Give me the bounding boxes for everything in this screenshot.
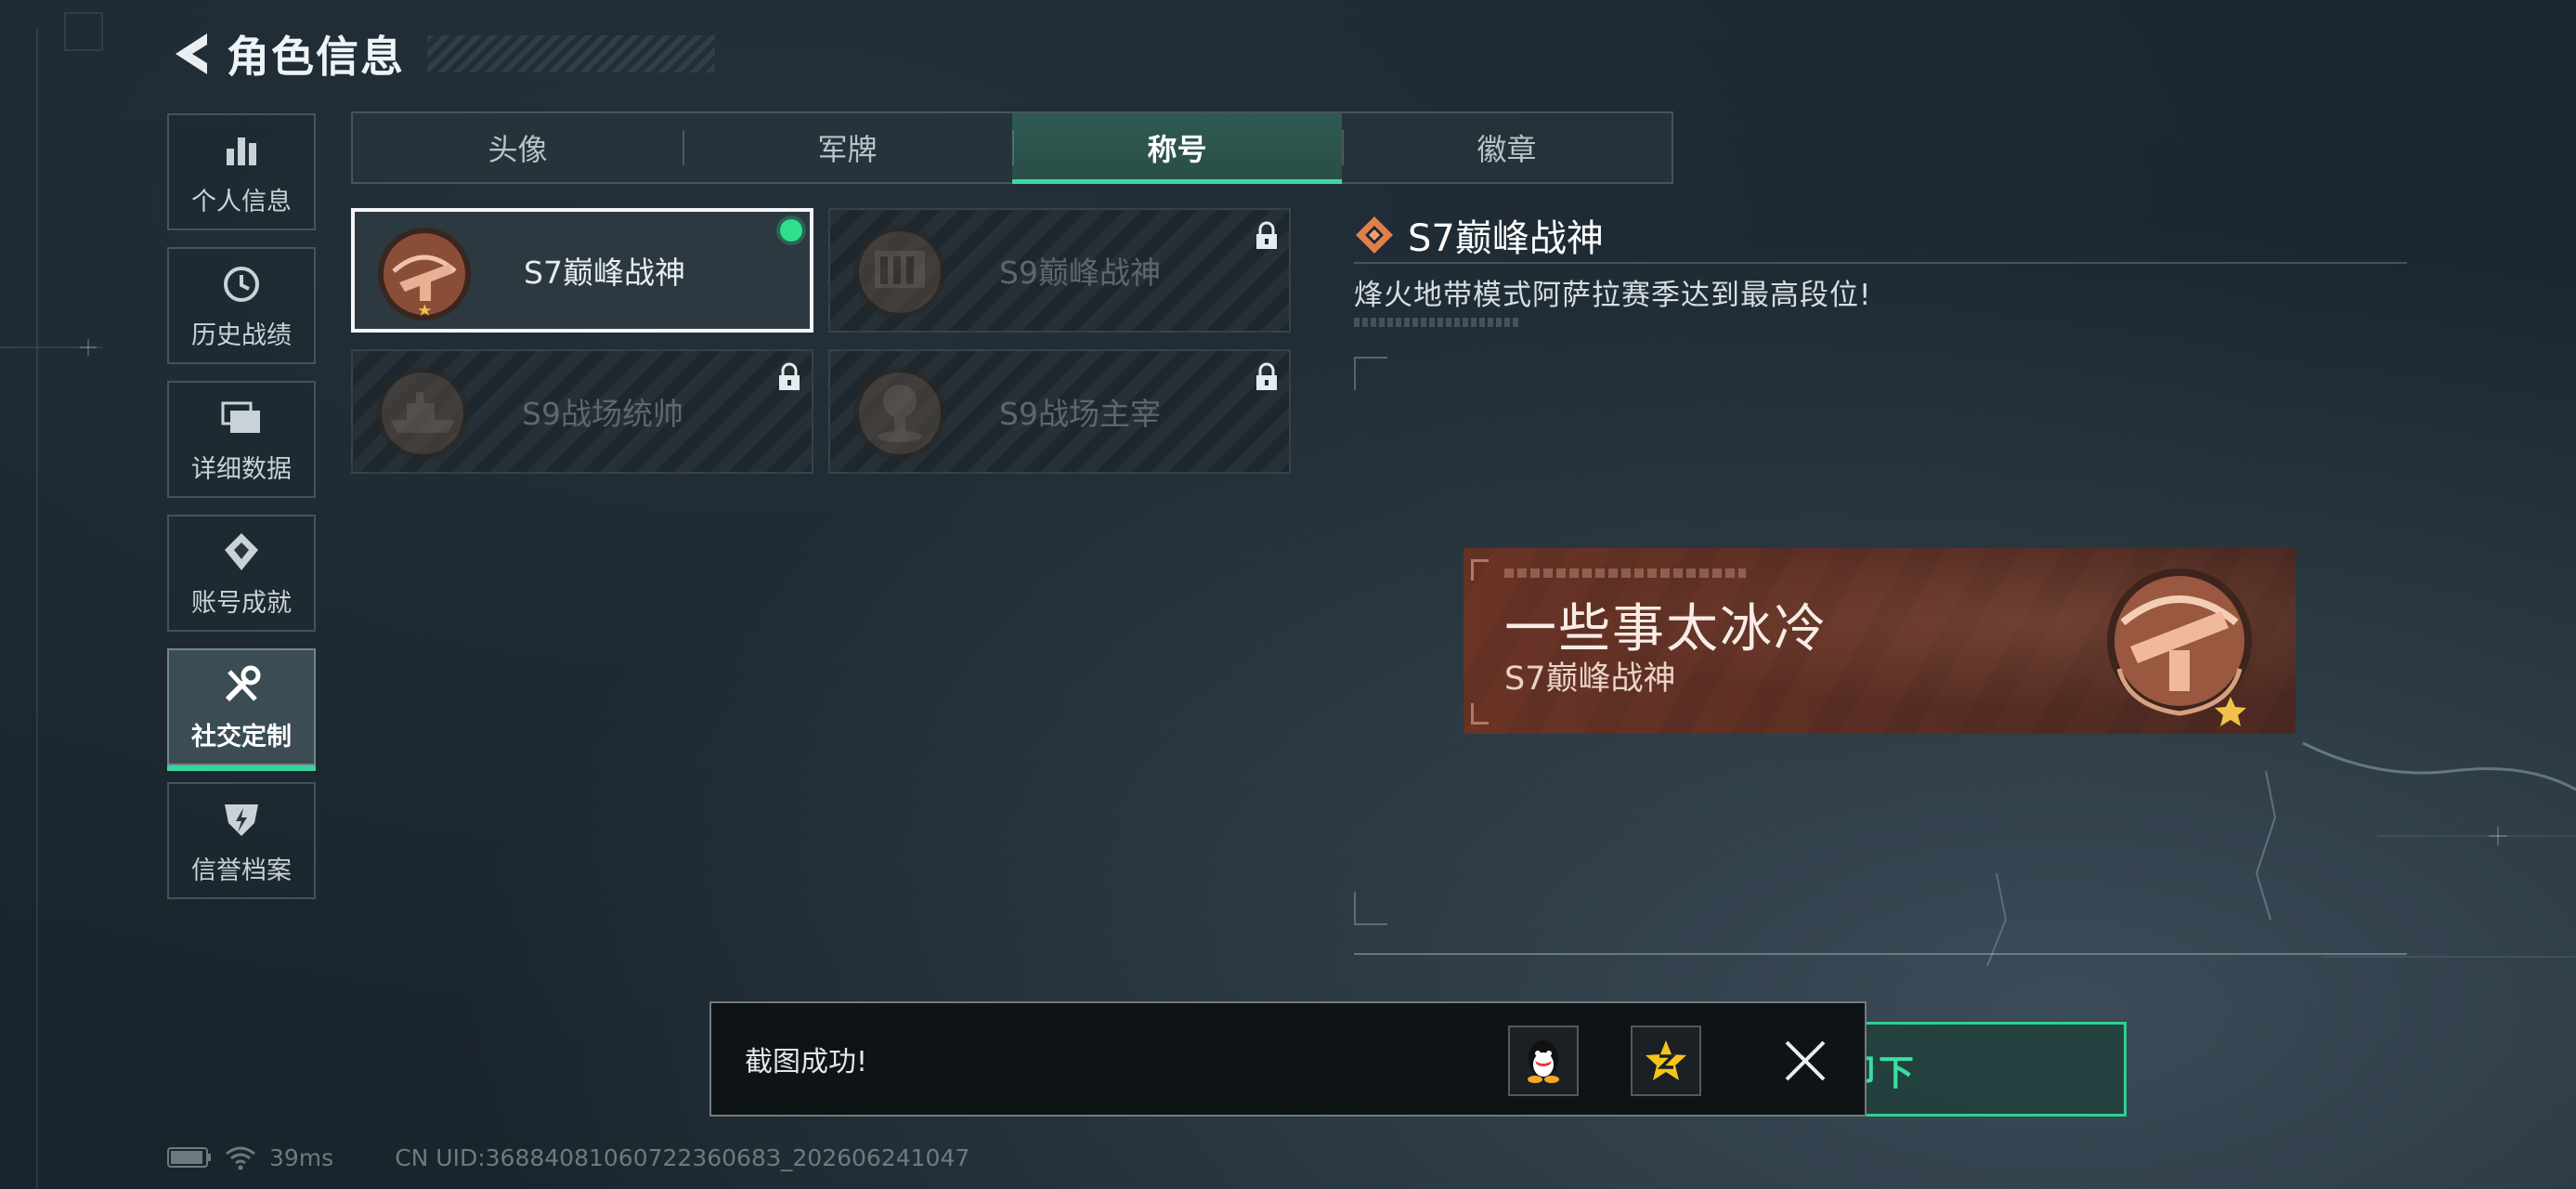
preview-frame-corner bbox=[1354, 357, 1387, 390]
sidebar-item-label: 历史战绩 bbox=[191, 320, 292, 350]
preview-title: S7巅峰战神 bbox=[1504, 660, 1676, 698]
sidebar-item-match-history[interactable]: 历史战绩 bbox=[167, 247, 316, 364]
sidebar-nav: 个人信息 历史战绩 详细数据 账号成就 社交定制 信誉档案 bbox=[167, 113, 318, 916]
title-name: S7巅峰战神 bbox=[524, 255, 685, 291]
screenshot-toast: 截图成功! bbox=[709, 1001, 1867, 1117]
sidebar-item-achievements[interactable]: 账号成就 bbox=[167, 515, 316, 632]
back-arrow-icon bbox=[176, 33, 207, 74]
tools-wrench-icon bbox=[218, 662, 265, 709]
wifi-icon bbox=[226, 1146, 255, 1170]
user-uid: CN UID:3688408106072236068З_202606241047 bbox=[395, 1143, 970, 1171]
battery-icon bbox=[167, 1147, 211, 1168]
warship-medal-icon bbox=[376, 367, 469, 460]
qzone-star-icon bbox=[1646, 1040, 1686, 1080]
qq-penguin-icon bbox=[1528, 1040, 1559, 1083]
tab-title[interactable]: 称号 bbox=[1012, 113, 1342, 184]
explosion-medal-icon bbox=[853, 367, 946, 460]
diamond-rank-icon bbox=[1356, 216, 1393, 254]
page-title: 角色信息 bbox=[227, 32, 405, 82]
lock-icon bbox=[1256, 362, 1277, 390]
achievement-badge-icon bbox=[218, 529, 265, 575]
sidebar-item-label: 信誉档案 bbox=[191, 856, 292, 885]
clock-history-icon bbox=[218, 261, 265, 307]
title-card-s9-commander[interactable]: S9战场统帅 bbox=[351, 349, 813, 474]
tab-badge[interactable]: 徽章 bbox=[1342, 113, 1672, 182]
preview-corner bbox=[1471, 559, 1489, 581]
tab-bar: 头像 军牌 称号 徽章 bbox=[351, 111, 1673, 184]
detail-bottom-divider bbox=[1354, 953, 2407, 955]
sidebar-item-social-custom[interactable]: 社交定制 bbox=[167, 648, 316, 771]
fortress-medal-icon bbox=[853, 226, 946, 319]
back-button[interactable] bbox=[167, 26, 215, 82]
detail-title: S7巅峰战神 bbox=[1408, 217, 1604, 260]
bar-chart-icon bbox=[218, 127, 265, 174]
page-header: 角色信息 bbox=[167, 24, 715, 84]
title-preview-banner: 一些事太冰冷 S7巅峰战神 bbox=[1464, 548, 2296, 734]
preview-nickname: 一些事太冰冷 bbox=[1504, 599, 1828, 660]
title-decoration bbox=[427, 35, 715, 72]
sidebar-item-label: 详细数据 bbox=[191, 454, 292, 484]
tab-dog-tag[interactable]: 军牌 bbox=[683, 113, 1012, 182]
crossbow-medal-icon bbox=[378, 228, 471, 320]
share-qzone-button[interactable] bbox=[1631, 1026, 1701, 1096]
close-icon[interactable] bbox=[1779, 1035, 1831, 1087]
sidebar-item-label: 社交定制 bbox=[191, 722, 292, 751]
sidebar-item-personal-info[interactable]: 个人信息 bbox=[167, 113, 316, 230]
preview-frame-corner bbox=[1354, 892, 1387, 925]
preview-fine-print bbox=[1504, 568, 1746, 578]
lock-icon bbox=[1256, 221, 1277, 249]
share-qq-button[interactable] bbox=[1508, 1026, 1579, 1096]
ping-value: 39ms bbox=[269, 1143, 334, 1171]
detail-header: S7巅峰战神 bbox=[1354, 208, 1604, 262]
detail-subtext-decoration bbox=[1354, 318, 1521, 327]
stacked-folders-icon bbox=[218, 395, 265, 441]
detail-description: 烽火地带模式阿萨拉赛季达到最高段位! bbox=[1354, 279, 1872, 312]
detail-divider bbox=[1354, 262, 2407, 264]
sidebar-item-detailed-data[interactable]: 详细数据 bbox=[167, 381, 316, 498]
sidebar-item-reputation[interactable]: 信誉档案 bbox=[167, 782, 316, 899]
title-card-s7-peak[interactable]: S7巅峰战神 bbox=[351, 208, 813, 333]
title-card-s9-dominator[interactable]: S9战场主宰 bbox=[828, 349, 1291, 474]
crossbow-medal-icon bbox=[2107, 568, 2252, 726]
tab-avatar[interactable]: 头像 bbox=[353, 113, 683, 182]
toast-message: 截图成功! bbox=[745, 1046, 868, 1078]
status-bar: 39ms CN UID:3688408106072236068З_2026062… bbox=[167, 1139, 969, 1176]
title-card-s9-peak[interactable]: S9巅峰战神 bbox=[828, 208, 1291, 333]
title-name: S9战场统帅 bbox=[522, 396, 683, 432]
lock-icon bbox=[779, 362, 800, 390]
equipped-indicator bbox=[780, 219, 802, 242]
title-name: S9巅峰战神 bbox=[999, 255, 1161, 291]
preview-corner bbox=[1471, 703, 1489, 725]
sidebar-item-label: 个人信息 bbox=[191, 187, 292, 216]
reputation-shield-icon bbox=[218, 796, 265, 843]
title-name: S9战场主宰 bbox=[999, 396, 1161, 432]
sidebar-item-label: 账号成就 bbox=[191, 588, 292, 618]
